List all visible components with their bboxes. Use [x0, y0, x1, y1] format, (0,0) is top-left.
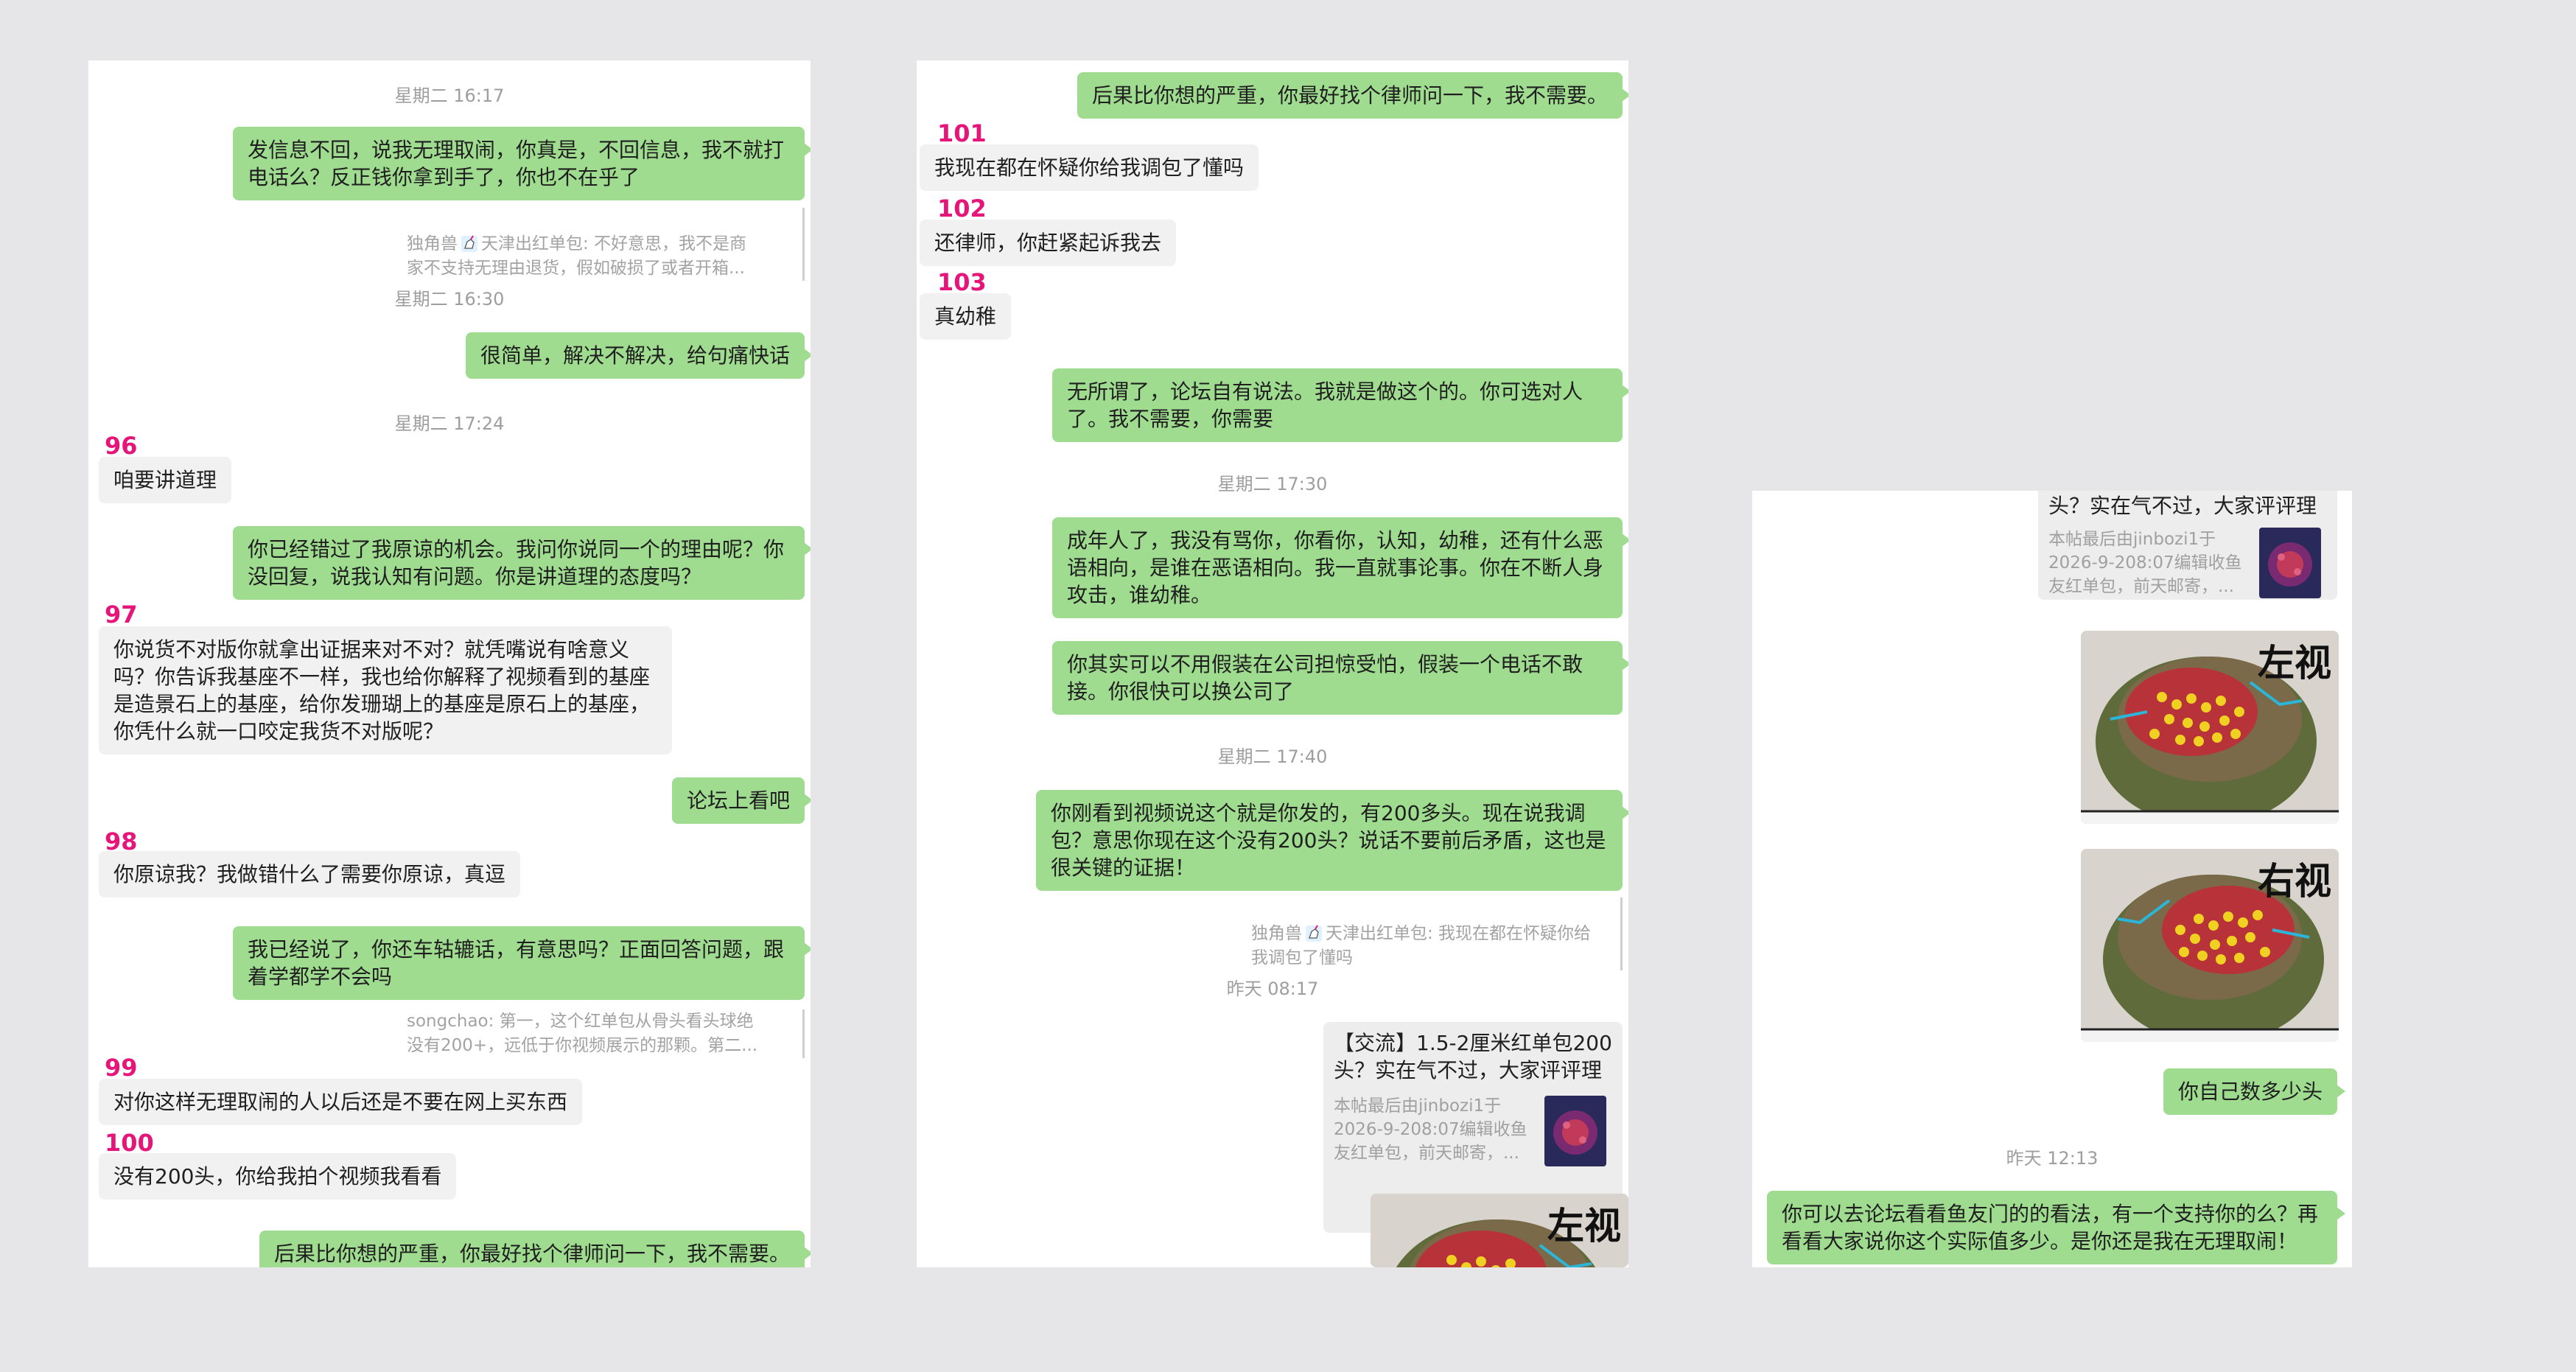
message-number: 96 [105, 432, 138, 460]
my-message[interactable]: 无所谓了，论坛自有说法。我就是做这个的。你可选对人了。我不需要，你需要 [1052, 368, 1628, 442]
photo-caption: 左视 [1547, 1205, 1621, 1247]
coral-photo-right-view[interactable]: 右视 [2081, 849, 2339, 1042]
my-message[interactable]: 成年人了，我没有骂你，你看你，认知，幼稚，还有什么恶语相向，是谁在恶语相向。我一… [1052, 517, 1628, 618]
forum-link-card[interactable]: 头？实在气不过，大家评评理 本帖最后由jinbozi1于 2026-9-208:… [2038, 491, 2337, 600]
timestamp: 星期二 16:17 [394, 85, 505, 106]
chat-panel-2[interactable]: 后果比你想的严重，你最好找个律师问一下，我不需要。 101 我现在都在怀疑你给我… [917, 60, 1628, 1267]
message-number: 103 [937, 268, 987, 296]
my-message[interactable]: 后果比你想的严重，你最好找个律师问一下，我不需要。 [1077, 72, 1628, 119]
other-message[interactable]: 对你这样无理取闹的人以后还是不要在网上买东西 [99, 1079, 583, 1125]
message-number: 97 [105, 601, 138, 629]
other-message[interactable]: 你原谅我？我做错什么了需要你原谅，真逗 [99, 851, 521, 897]
coral-photo-left-view[interactable]: 左视 [2081, 631, 2339, 824]
timestamp: 昨天 12:13 [2006, 1148, 2099, 1169]
unicorn-avatar-icon [461, 235, 477, 252]
my-message[interactable]: 你可以去论坛看看鱼友门的的看法，有一个支持你的么？再看看大家说你这个实际值多少。… [1767, 1191, 2345, 1264]
chat-panel-1[interactable]: 星期二 16:17 发信息不回，说我无理取闹，你真是，不回信息，我不就打电话么？… [88, 60, 811, 1267]
link-title: 【交流】1.5-2厘米红单包200 头？实在气不过，大家评评理 [1334, 1031, 1612, 1082]
my-message[interactable]: 你刚看到视频说这个就是你发的，有200多头。现在说我调包？意思你现在这个没有20… [1036, 790, 1628, 891]
quote-author: 独角兽 [1251, 924, 1302, 943]
my-message[interactable]: 论坛上看吧 [671, 777, 811, 824]
chat-panel-3[interactable]: 头？实在气不过，大家评评理 本帖最后由jinbozi1于 2026-9-208:… [1752, 491, 2352, 1267]
timestamp: 昨天 08:17 [1226, 979, 1319, 999]
other-message[interactable]: 还律师，你赶紧起诉我去 [920, 220, 1177, 266]
quote-text: 天津出红单包: 不好意思，我不是商 家不支持无理由退货，假如破损了或者开箱... [407, 234, 747, 278]
my-message[interactable]: 你其实可以不用假装在公司担惊受怕，假装一个电话不敢接。你很快可以换公司了 [1052, 641, 1628, 715]
message-number: 99 [105, 1054, 138, 1082]
my-message[interactable]: 发信息不回，说我无理取闹，你真是，不回信息，我不就打电话么？反正钱你拿到手了，你… [233, 127, 811, 200]
link-title: 头？实在气不过，大家评评理 [2048, 494, 2317, 518]
quoted-reply[interactable]: 独角兽 天津出红单包: 不好意思，我不是商 家不支持无理由退货，假如破损了或者开箱… [407, 208, 805, 281]
quoted-reply[interactable]: songchao: 第一，这个红单包从骨头看头球绝 没有200+，远低于你视频展… [407, 1009, 805, 1058]
quoted-reply[interactable]: 独角兽 天津出红单包: 我现在都在怀疑你给 我调包了懂吗 [1251, 897, 1623, 970]
coral-thumbnail [1544, 1096, 1606, 1166]
link-description: 本帖最后由jinbozi1于 2026-9-208:07编辑收鱼 友红单包，前天… [2048, 530, 2242, 596]
my-message[interactable]: 你已经错过了我原谅的机会。我问你说同一个的理由呢？你没回复，说我认知有问题。你是… [233, 526, 811, 600]
photo-caption: 左视 [2258, 642, 2331, 685]
other-message[interactable]: 你说货不对版你就拿出证据来对不对？就凭嘴说有啥意义吗？你告诉我基座不一样，我也给… [99, 626, 672, 755]
timestamp: 星期二 17:40 [1217, 746, 1328, 767]
quote-author: 独角兽 [407, 234, 458, 253]
timestamp: 星期二 16:30 [394, 289, 505, 309]
unicorn-avatar-icon [1306, 925, 1322, 942]
other-message[interactable]: 我现在都在怀疑你给我调包了懂吗 [920, 144, 1259, 191]
other-message[interactable]: 真幼稚 [920, 293, 1012, 340]
other-message[interactable]: 咱要讲道理 [99, 457, 232, 503]
other-message[interactable]: 没有200头，你给我拍个视频我看看 [99, 1153, 457, 1200]
message-number: 101 [937, 119, 987, 147]
my-message[interactable]: 我已经说了，你还车轱辘话，有意思吗？正面回答问题，跟着学都学不会吗 [233, 926, 811, 1000]
coral-thumbnail [2259, 528, 2321, 598]
my-message[interactable]: 很简单，解决不解决，给句痛快话 [465, 332, 811, 379]
my-message[interactable]: 你自己数多少头 [2163, 1068, 2346, 1115]
timestamp: 星期二 17:30 [1217, 474, 1328, 494]
photo-caption: 右视 [2258, 860, 2331, 903]
coral-photo-left-view[interactable]: 左视 [1371, 1194, 1628, 1267]
timestamp: 星期二 17:24 [394, 413, 505, 434]
quote-text: 天津出红单包: 我现在都在怀疑你给 我调包了懂吗 [1251, 924, 1592, 967]
my-message[interactable]: 后果比你想的严重，你最好找个律师问一下，我不需要。 [259, 1231, 811, 1267]
message-number: 102 [937, 195, 987, 223]
link-description: 本帖最后由jinbozi1于 2026-9-208:07编辑收鱼 友红单包，前天… [1334, 1096, 1527, 1163]
